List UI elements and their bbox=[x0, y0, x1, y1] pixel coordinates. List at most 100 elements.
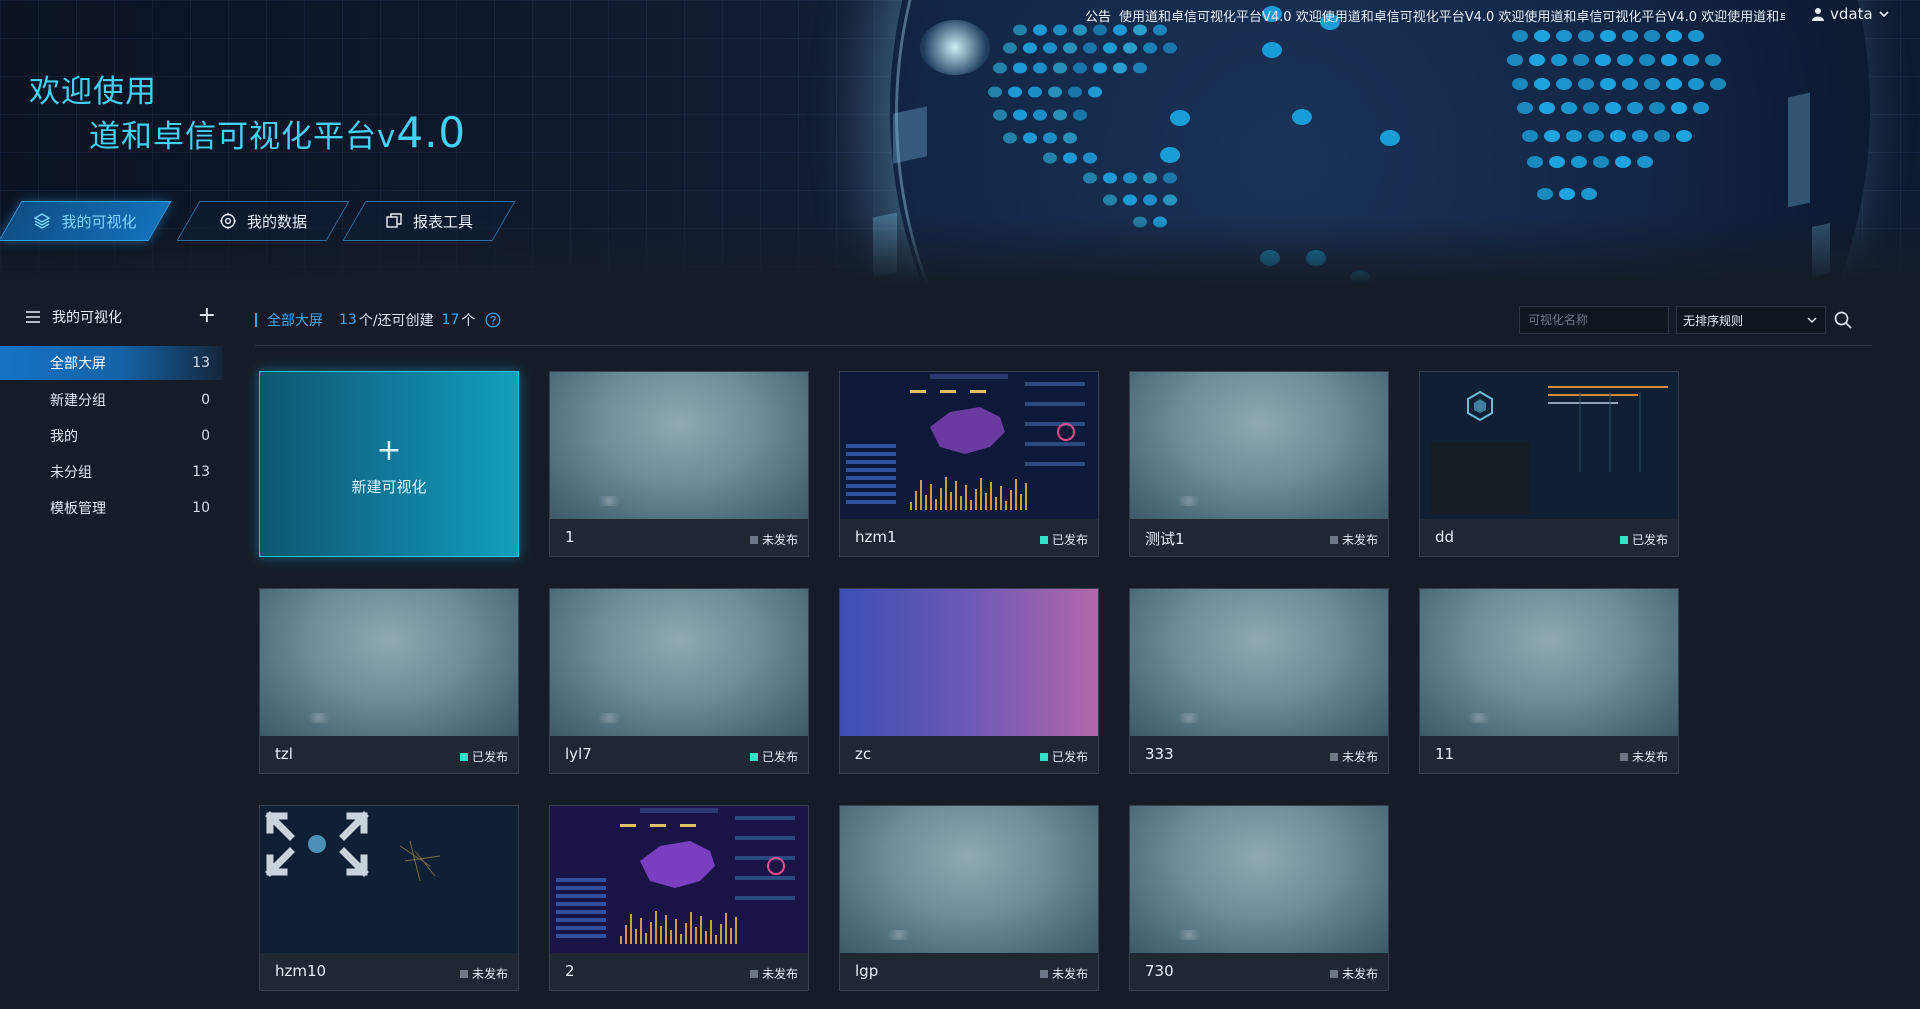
add-group-button[interactable]: + bbox=[198, 305, 216, 327]
status-badge: 已发布 bbox=[1619, 531, 1668, 548]
visualization-card[interactable]: 2 未发布 bbox=[549, 805, 809, 991]
remaining-suffix: 个 bbox=[461, 313, 476, 329]
thumbnail-glow bbox=[1174, 930, 1204, 940]
status-badge: 已发布 bbox=[749, 748, 798, 765]
card-name: 333 bbox=[1145, 745, 1174, 763]
user-icon bbox=[1812, 8, 1824, 21]
card-thumbnail bbox=[550, 589, 808, 736]
status-dot bbox=[1619, 752, 1628, 761]
card-name: lgp bbox=[855, 962, 879, 980]
status-badge: 未发布 bbox=[749, 531, 798, 548]
sort-select[interactable]: 无排序规则 bbox=[1676, 306, 1826, 334]
notice-label: 公告 bbox=[1085, 10, 1112, 25]
status-badge: 未发布 bbox=[1619, 748, 1668, 765]
tab-my-data[interactable]: 我的数据 bbox=[176, 201, 350, 241]
visualization-card[interactable]: 333 未发布 bbox=[1129, 588, 1389, 774]
thumbnail-glow bbox=[594, 496, 624, 506]
thumbnail-glow bbox=[1174, 496, 1204, 506]
sidebar-item-count: 13 bbox=[192, 355, 210, 371]
platform-version: 4.0 bbox=[396, 108, 467, 157]
thumbnail-glow bbox=[594, 713, 624, 723]
status-dot bbox=[1329, 535, 1338, 544]
plus-icon: + bbox=[376, 433, 402, 468]
user-name: vdata bbox=[1830, 5, 1873, 23]
status-dot bbox=[1329, 969, 1338, 978]
card-name: 2 bbox=[565, 962, 575, 980]
screen-summary: 全部大屏 13 个/还可创建 17 个 bbox=[255, 310, 501, 330]
card-thumbnail bbox=[840, 806, 1098, 953]
sidebar-item-count: 0 bbox=[201, 392, 210, 408]
dashboard-preview bbox=[1430, 386, 1668, 514]
thumbnail-glow bbox=[1464, 713, 1494, 723]
toolbar: 全部大屏 13 个/还可创建 17 个 无排序规则 bbox=[255, 306, 1872, 346]
card-thumbnail bbox=[1130, 806, 1388, 953]
used-suffix: 个/还可创建 bbox=[358, 313, 434, 329]
card-thumbnail bbox=[260, 806, 518, 953]
visualization-card[interactable]: lgp 未发布 bbox=[839, 805, 1099, 991]
status-label: 未发布 bbox=[761, 967, 798, 981]
status-badge: 已发布 bbox=[1039, 748, 1088, 765]
status-badge: 未发布 bbox=[1329, 748, 1378, 765]
sidebar-item-label: 我的 bbox=[50, 429, 78, 445]
sidebar-title: 我的可视化 bbox=[52, 310, 122, 326]
card-name: 1 bbox=[565, 528, 575, 546]
sidebar-item-new-group[interactable]: 新建分组 0 bbox=[0, 383, 222, 417]
status-label: 已发布 bbox=[1051, 750, 1088, 764]
sidebar-item-templates[interactable]: 模板管理 10 bbox=[0, 491, 222, 525]
card-thumbnail bbox=[1420, 589, 1678, 736]
visualization-card[interactable]: 730 未发布 bbox=[1129, 805, 1389, 991]
visualization-card[interactable]: dd 已发布 bbox=[1419, 371, 1679, 557]
sidebar-item-all-screens[interactable]: 全部大屏 13 bbox=[0, 346, 222, 380]
dashboard-preview bbox=[840, 372, 1098, 519]
thumbnail-glow bbox=[1174, 713, 1204, 723]
search-input[interactable] bbox=[1519, 306, 1669, 334]
status-badge: 已发布 bbox=[1039, 531, 1088, 548]
visualization-card[interactable]: 1 未发布 bbox=[549, 371, 809, 557]
visualization-card[interactable]: lyl7 已发布 bbox=[549, 588, 809, 774]
card-name: 730 bbox=[1145, 962, 1174, 980]
visualization-card[interactable]: zc 已发布 bbox=[839, 588, 1099, 774]
status-dot bbox=[1039, 969, 1048, 978]
header-banner: 欢迎使用 道和卓信可视化平台v4.0 我的可视化 我的数据 报表工具 公告 使用… bbox=[0, 0, 1920, 285]
help-icon[interactable] bbox=[485, 312, 501, 328]
status-label: 未发布 bbox=[1341, 967, 1378, 981]
sidebar-header: 我的可视化 + bbox=[26, 305, 216, 329]
card-thumbnail bbox=[1420, 372, 1678, 519]
card-name: dd bbox=[1435, 528, 1455, 546]
visualization-card[interactable]: 11 未发布 bbox=[1419, 588, 1679, 774]
status-dot bbox=[1619, 535, 1628, 544]
visualization-card[interactable]: hzm1 已发布 bbox=[839, 371, 1099, 557]
chevron-down-icon bbox=[1879, 11, 1889, 18]
user-menu[interactable]: vdata bbox=[1812, 5, 1889, 23]
card-thumbnail bbox=[550, 372, 808, 519]
new-visualization-button[interactable]: + 新建可视化 bbox=[259, 371, 519, 557]
status-dot bbox=[459, 752, 468, 761]
card-name: tzl bbox=[275, 745, 293, 763]
sidebar-item-label: 新建分组 bbox=[50, 393, 106, 409]
notice-text: 使用道和卓信可视化平台V4.0 欢迎使用道和卓信可视化平台V4.0 欢迎使用道和… bbox=[1119, 10, 1785, 25]
visualization-card[interactable]: hzm10 未发布 bbox=[259, 805, 519, 991]
thumbnail-glow bbox=[304, 713, 334, 723]
visualization-card[interactable]: 测试1 未发布 bbox=[1129, 371, 1389, 557]
accent-bar bbox=[255, 313, 257, 327]
status-label: 未发布 bbox=[1051, 967, 1088, 981]
status-badge: 未发布 bbox=[1039, 965, 1088, 982]
status-badge: 未发布 bbox=[1329, 531, 1378, 548]
card-thumbnail bbox=[840, 589, 1098, 736]
tab-my-visualization[interactable]: 我的可视化 bbox=[0, 201, 172, 241]
search-icon[interactable] bbox=[1833, 310, 1853, 330]
tab-report-tool[interactable]: 报表工具 bbox=[342, 201, 516, 241]
status-dot bbox=[1039, 752, 1048, 761]
welcome-title: 欢迎使用 bbox=[29, 74, 157, 110]
menu-icon bbox=[26, 311, 40, 323]
card-name: 11 bbox=[1435, 745, 1455, 763]
status-dot bbox=[459, 969, 468, 978]
sidebar-item-mine[interactable]: 我的 0 bbox=[0, 419, 222, 453]
visualization-card[interactable]: tzl 已发布 bbox=[259, 588, 519, 774]
status-label: 未发布 bbox=[1631, 750, 1668, 764]
card-thumbnail bbox=[840, 372, 1098, 519]
sidebar-item-ungrouped[interactable]: 未分组 13 bbox=[0, 455, 222, 489]
status-dot bbox=[749, 535, 758, 544]
sidebar-item-count: 13 bbox=[192, 464, 210, 480]
status-badge: 未发布 bbox=[749, 965, 798, 982]
